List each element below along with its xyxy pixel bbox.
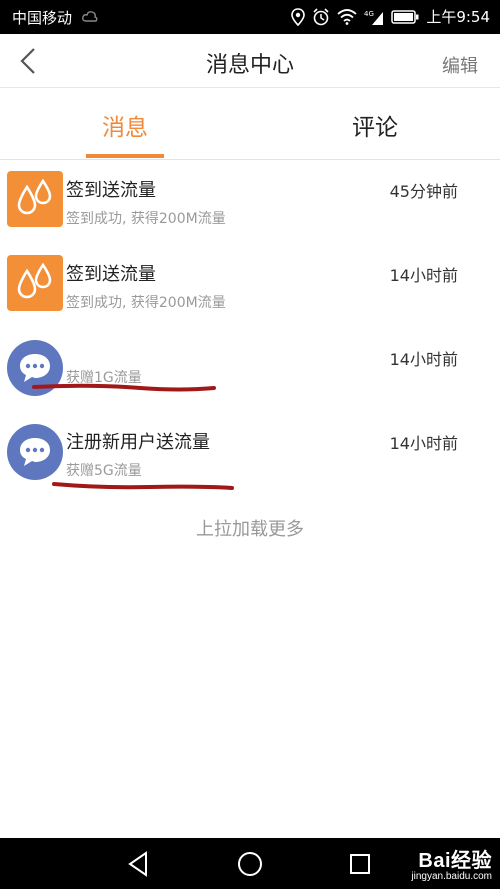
- watermark-logo: Bai经验: [418, 850, 492, 872]
- chat-bubble-icon: [7, 340, 63, 396]
- message-time: 14小时前: [389, 350, 458, 369]
- recents-square-icon: [350, 854, 370, 874]
- nav-back-button[interactable]: [124, 848, 156, 880]
- watermark-url: jingyan.baidu.com: [411, 871, 492, 882]
- list-item[interactable]: 获赠1G流量 14小时前: [0, 328, 500, 412]
- list-item[interactable]: 签到送流量 签到成功, 获得200M流量 14小时前: [0, 244, 500, 328]
- back-triangle-icon: [128, 851, 147, 877]
- message-title: 注册新用户送流量: [66, 432, 210, 453]
- message-time: 14小时前: [389, 434, 458, 453]
- nav-recents-button[interactable]: [344, 848, 376, 880]
- svg-text:4G: 4G: [364, 10, 374, 18]
- page-title: 消息中心: [205, 53, 294, 78]
- tab-messages[interactable]: 消息: [0, 88, 250, 160]
- status-time: 上午9:54: [426, 8, 490, 26]
- tab-bar: 消息 评论: [0, 88, 500, 160]
- annotation-underline: [52, 482, 234, 490]
- status-bar: 中国移动 4G 上午9:54: [0, 0, 500, 34]
- carrier-label: 中国移动: [12, 9, 73, 27]
- message-subtitle: 获赠5G流量: [66, 463, 142, 479]
- home-circle-icon: [238, 852, 262, 876]
- droplet-icon: [7, 255, 63, 311]
- message-subtitle: 签到成功, 获得200M流量: [66, 211, 226, 227]
- list-item[interactable]: 注册新用户送流量 获赠5G流量 14小时前: [0, 412, 500, 496]
- list-item[interactable]: 签到送流量 签到成功, 获得200M流量 45分钟前: [0, 160, 500, 244]
- signal-icon: 4G: [364, 10, 384, 25]
- location-icon: [291, 7, 306, 26]
- cloud-icon: [82, 11, 98, 22]
- battery-icon: [391, 9, 419, 24]
- tab-comments[interactable]: 评论: [250, 88, 500, 160]
- alarm-icon: [313, 7, 329, 25]
- system-nav-bar: Bai经验 jingyan.baidu.com: [0, 838, 500, 889]
- chat-bubble-icon: [7, 424, 63, 480]
- title-bar: 消息中心 编辑: [0, 34, 500, 88]
- message-title: 签到送流量: [66, 264, 156, 285]
- message-subtitle: 签到成功, 获得200M流量: [66, 295, 226, 311]
- message-time: 45分钟前: [389, 182, 458, 201]
- active-tab-indicator: [86, 154, 164, 158]
- message-time: 14小时前: [389, 266, 458, 285]
- wifi-icon: [337, 8, 357, 25]
- message-title: 签到送流量: [66, 180, 156, 201]
- message-list: 签到送流量 签到成功, 获得200M流量 45分钟前 签到送流量 签到成功, 获…: [0, 160, 500, 496]
- edit-button[interactable]: 编辑: [442, 52, 478, 78]
- watermark: Bai经验 jingyan.baidu.com: [411, 844, 492, 882]
- nav-home-button[interactable]: [234, 848, 266, 880]
- droplet-icon: [7, 171, 63, 227]
- load-more-label[interactable]: 上拉加载更多: [0, 515, 500, 541]
- message-subtitle: 获赠1G流量: [66, 370, 142, 386]
